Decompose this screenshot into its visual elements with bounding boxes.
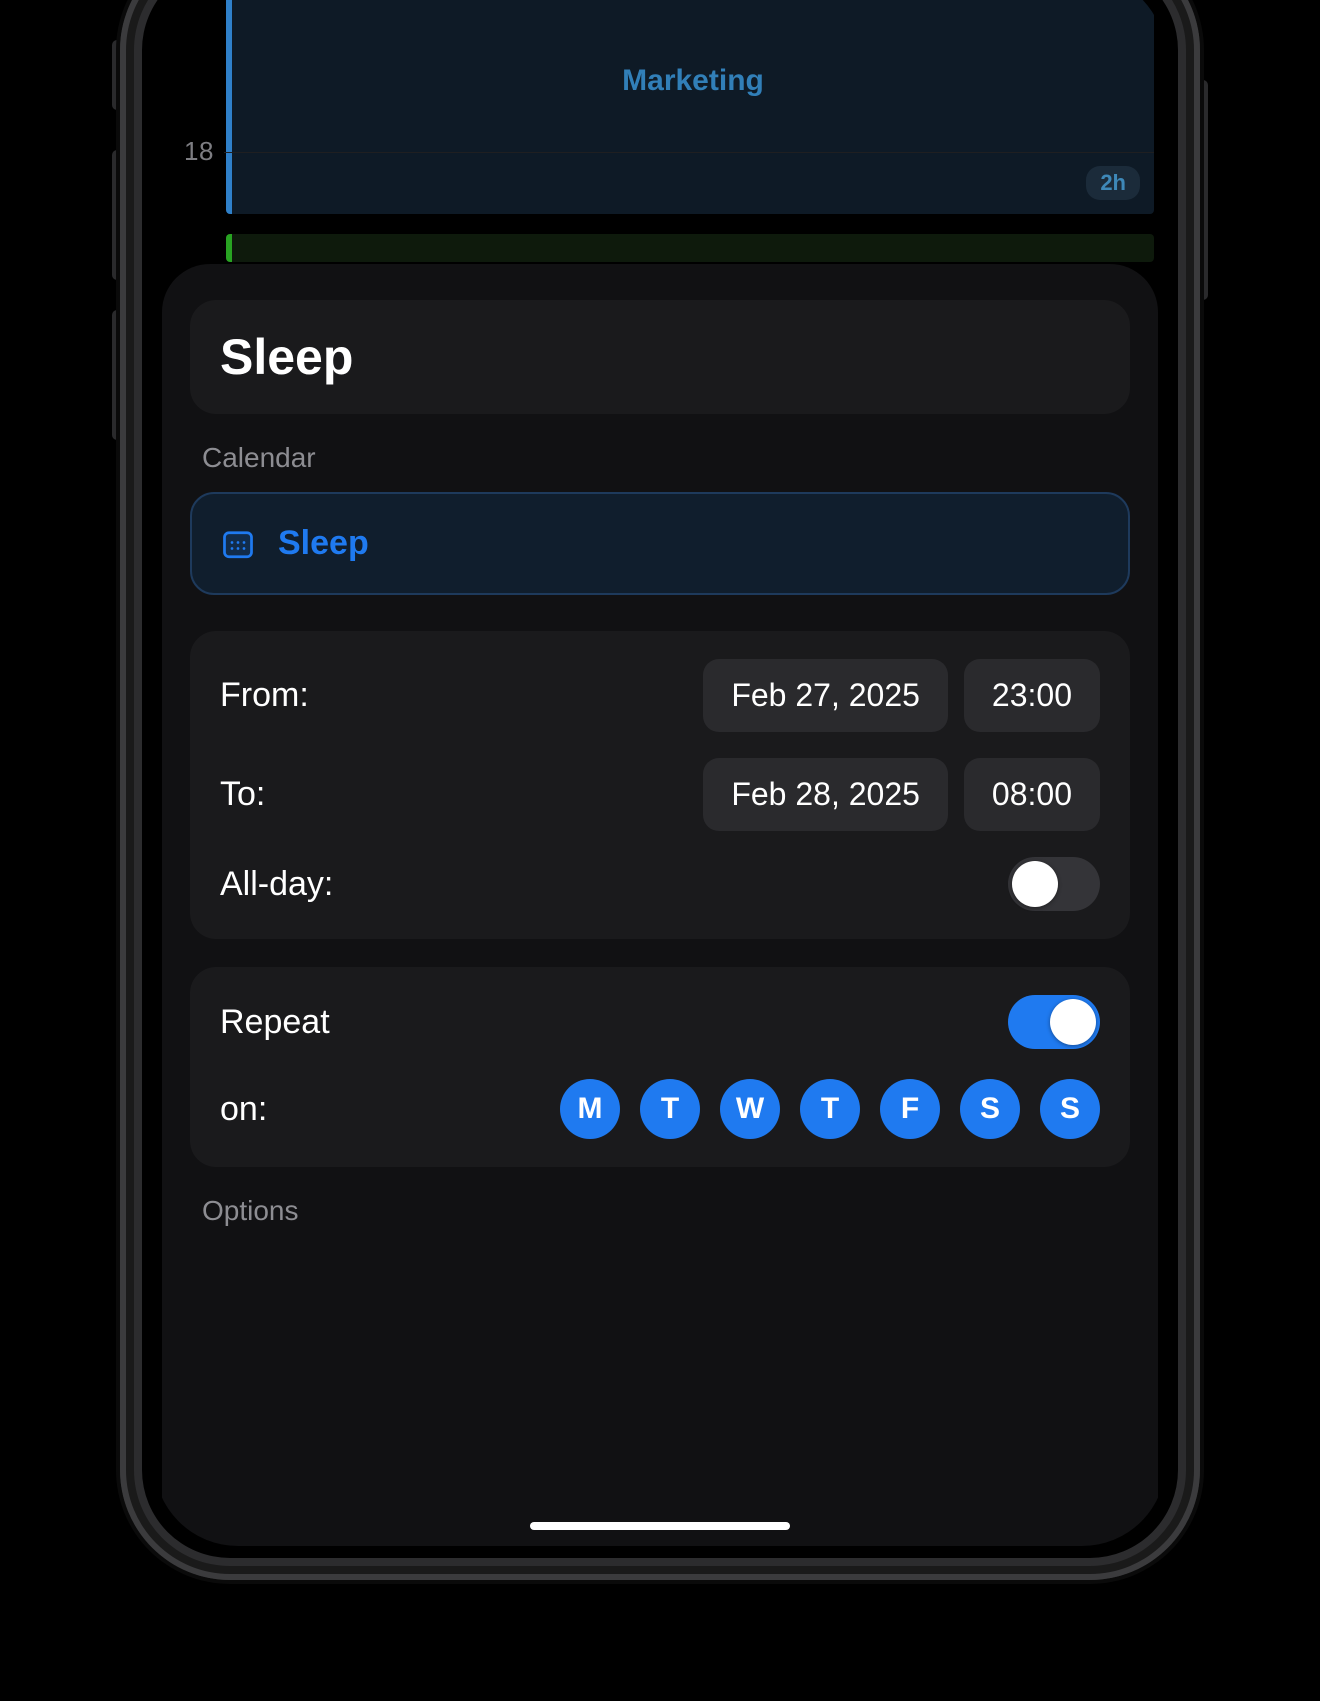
repeat-day-mon[interactable]: M [560, 1079, 620, 1139]
title-card[interactable]: Sleep [190, 300, 1130, 414]
from-label: From: [220, 676, 309, 715]
event-title: Marketing [622, 64, 764, 98]
on-label: on: [220, 1090, 267, 1129]
repeat-card: Repeat on: M T W T F S S [190, 967, 1130, 1167]
from-time-picker[interactable]: 23:00 [964, 659, 1100, 732]
toggle-knob [1050, 999, 1096, 1045]
phone-frame: Marketing 2h 18 Sleep Calendar [120, 0, 1200, 1580]
calendar-section-label: Calendar [202, 442, 1130, 474]
repeat-day-sat[interactable]: S [960, 1079, 1020, 1139]
datetime-card: From: Feb 27, 2025 23:00 To: Feb 28, 202… [190, 631, 1130, 939]
repeat-days: M T W T F S S [560, 1079, 1100, 1139]
repeat-label: Repeat [220, 1003, 330, 1042]
repeat-day-wed[interactable]: W [720, 1079, 780, 1139]
event-edit-sheet: Sleep Calendar Sleep [162, 264, 1158, 1546]
from-date-picker[interactable]: Feb 27, 2025 [703, 659, 948, 732]
calendar-selector[interactable]: Sleep [190, 492, 1130, 595]
calendar-selected-name: Sleep [278, 524, 369, 563]
home-indicator[interactable] [530, 1522, 790, 1530]
to-date-picker[interactable]: Feb 28, 2025 [703, 758, 948, 831]
repeat-toggle[interactable] [1008, 995, 1100, 1049]
event-title-input[interactable]: Sleep [220, 328, 1100, 386]
to-time-picker[interactable]: 08:00 [964, 758, 1100, 831]
repeat-day-sun[interactable]: S [1040, 1079, 1100, 1139]
event-duration-badge: 2h [1086, 166, 1140, 200]
toggle-knob [1012, 861, 1058, 907]
options-section-label: Options [202, 1195, 1130, 1227]
repeat-day-tue[interactable]: T [640, 1079, 700, 1139]
hour-gridline [224, 152, 1154, 153]
repeat-day-thu[interactable]: T [800, 1079, 860, 1139]
screen: Marketing 2h 18 Sleep Calendar [154, 0, 1166, 1546]
to-label: To: [220, 775, 265, 814]
repeat-day-fri[interactable]: F [880, 1079, 940, 1139]
allday-label: All-day: [220, 865, 333, 904]
allday-toggle[interactable] [1008, 857, 1100, 911]
calendar-event-green[interactable] [226, 234, 1154, 262]
calendar-event-marketing[interactable]: Marketing 2h [226, 0, 1154, 214]
hour-label-18: 18 [184, 136, 214, 167]
calendar-icon [220, 526, 256, 562]
